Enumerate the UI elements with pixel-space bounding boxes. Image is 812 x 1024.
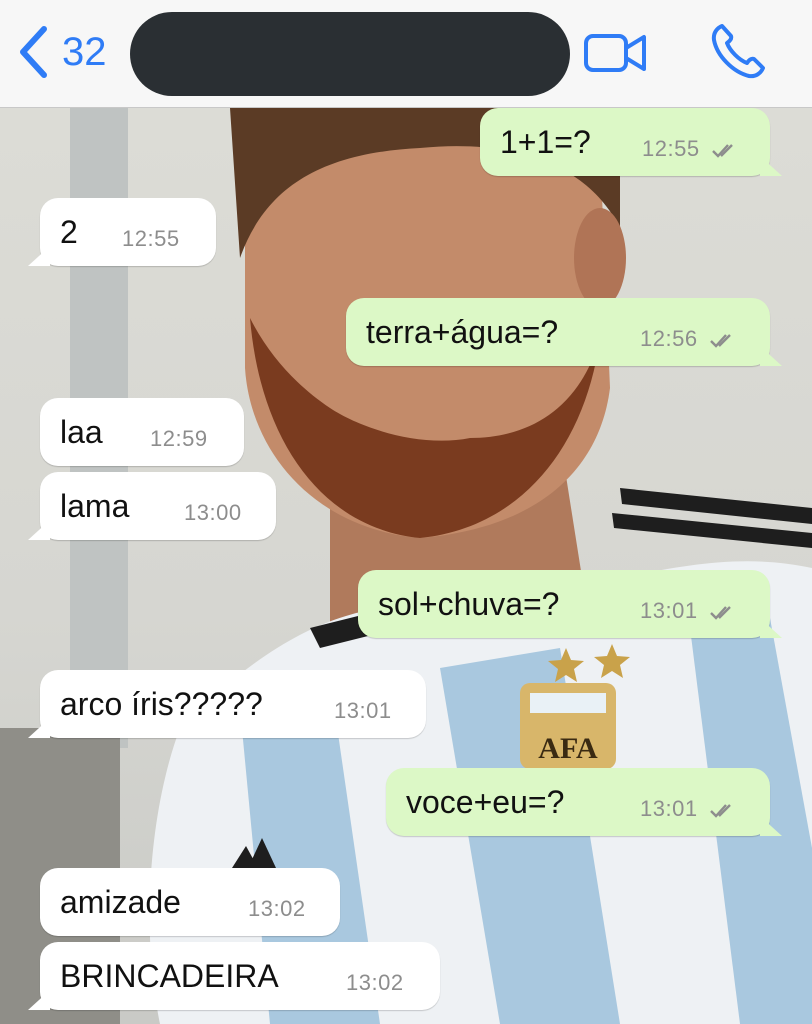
bubble-tail: [28, 246, 50, 266]
message-time: 12:55: [122, 226, 180, 251]
message-text: 2: [60, 214, 78, 250]
message-incoming[interactable]: lama 13:00: [28, 472, 276, 540]
back-button[interactable]: 32: [18, 22, 107, 82]
message-outgoing[interactable]: sol+chuva=? 13:01: [358, 570, 782, 638]
bubble-tail: [28, 718, 50, 738]
crest-text: AFA: [538, 732, 598, 765]
message-outgoing[interactable]: voce+eu=? 13:01: [386, 768, 782, 836]
message-time: 13:01: [334, 698, 392, 723]
message-time: 13:02: [248, 896, 306, 921]
contact-name-redacted[interactable]: [130, 12, 570, 96]
bubble-tail: [760, 618, 782, 638]
read-receipt-icon: [710, 334, 731, 348]
message-text: voce+eu=?: [406, 784, 565, 820]
message-text: 1+1=?: [500, 124, 591, 160]
message-time: 12:59: [150, 426, 208, 451]
message-text: BRINCADEIRA: [60, 958, 279, 994]
message-text: sol+chuva=?: [378, 586, 560, 622]
message-text: terra+água=?: [366, 314, 559, 350]
voice-call-button[interactable]: [708, 20, 770, 87]
message-incoming[interactable]: BRINCADEIRA 13:02: [28, 942, 440, 1010]
bubble-tail: [28, 990, 50, 1010]
chat-header: 32: [0, 0, 812, 108]
unread-count: 32: [62, 30, 107, 74]
message-time: 12:56: [640, 326, 698, 351]
message-incoming[interactable]: laa 12:59: [40, 398, 244, 466]
message-time: 13:01: [640, 598, 698, 623]
message-text: laa: [60, 414, 103, 450]
message-text: arco íris?????: [60, 686, 263, 722]
chat-area[interactable]: AFA 1+1=? 12:55 2 12:55 terra+água=? 12:…: [0, 108, 812, 1024]
message-time: 13:00: [184, 500, 242, 525]
message-time: 13:01: [640, 796, 698, 821]
message-time: 13:02: [346, 970, 404, 995]
bubble-tail: [760, 156, 782, 176]
bubble-tail: [760, 816, 782, 836]
read-receipt-icon: [710, 606, 731, 620]
message-text: amizade: [60, 884, 181, 920]
message-incoming[interactable]: 2 12:55: [28, 198, 216, 266]
bubble-tail: [28, 520, 50, 540]
read-receipt-icon: [712, 144, 733, 158]
phone-icon: [708, 24, 770, 86]
read-receipt-icon: [710, 804, 731, 818]
bubble-tail: [760, 346, 782, 366]
video-call-button[interactable]: [582, 28, 648, 83]
video-camera-icon: [582, 34, 648, 82]
message-time: 12:55: [642, 136, 700, 161]
chevron-left-icon: [18, 25, 48, 79]
message-outgoing[interactable]: terra+água=? 12:56: [346, 298, 782, 366]
message-incoming[interactable]: arco íris????? 13:01: [28, 670, 426, 738]
message-outgoing[interactable]: 1+1=? 12:55: [480, 108, 782, 176]
message-text: lama: [60, 488, 130, 524]
message-incoming[interactable]: amizade 13:02: [40, 868, 340, 936]
